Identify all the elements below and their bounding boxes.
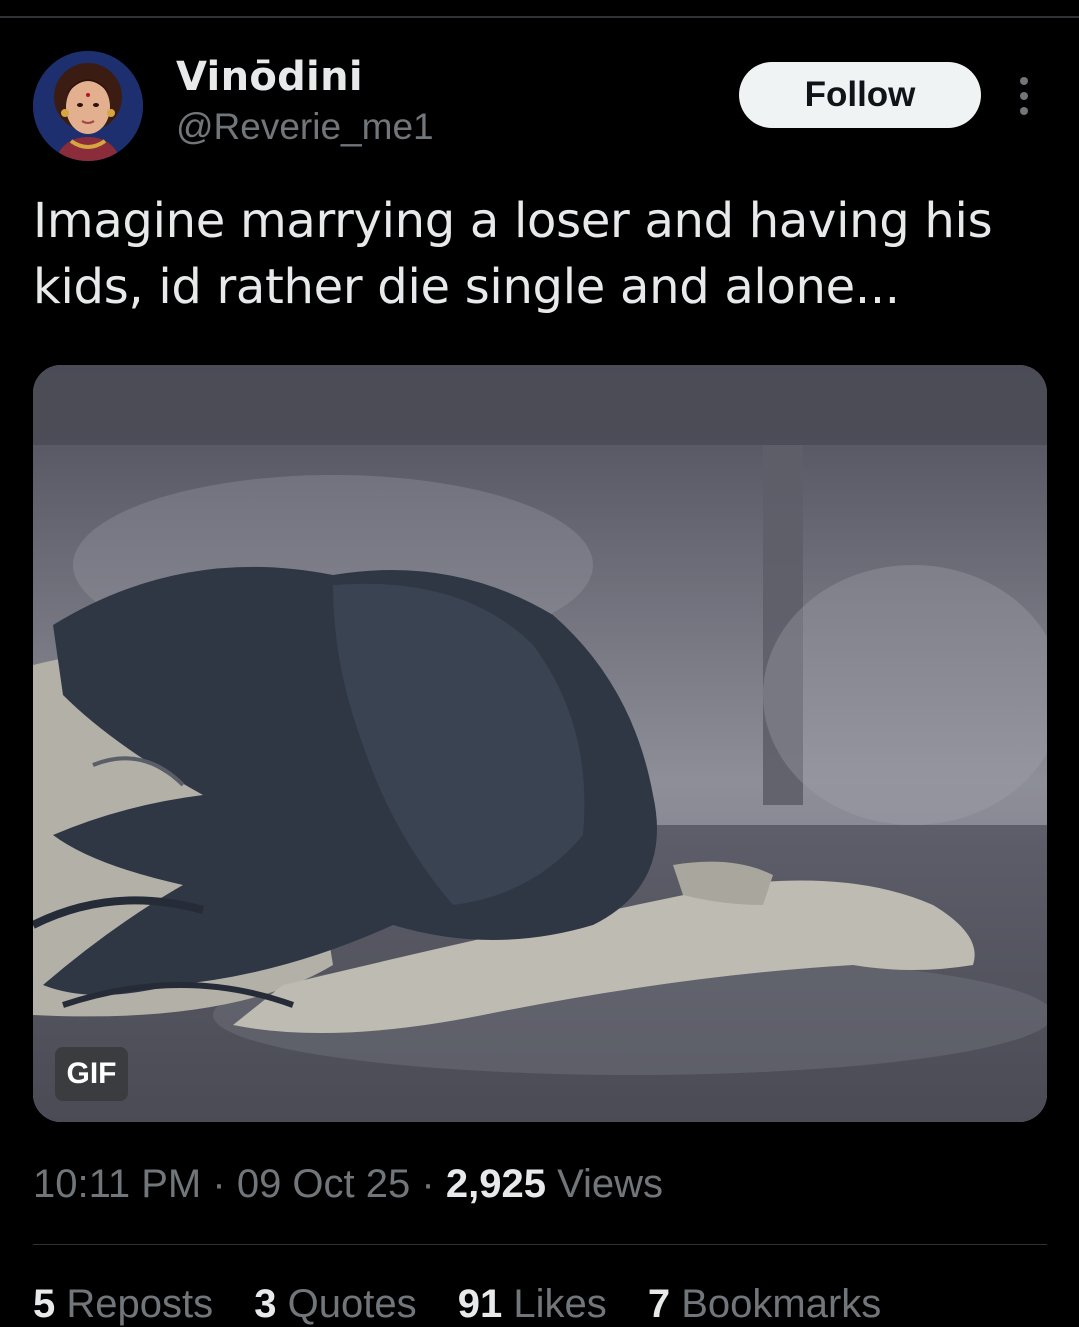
engagement-stats: 5 Reposts 3 Quotes 91 Likes 7 Bookmarks bbox=[33, 1282, 911, 1327]
tweet-media-gif[interactable] bbox=[33, 365, 1047, 1122]
tweet-meta: 10:11 PM · 09 Oct 25 · 2,925 Views bbox=[33, 1162, 663, 1207]
meta-separator: · bbox=[212, 1162, 226, 1206]
tweet-text-line: kids, id rather die single and alone... bbox=[33, 259, 900, 315]
more-dot bbox=[1020, 92, 1028, 100]
author-display-name[interactable]: Vinōdini bbox=[176, 54, 363, 100]
more-vertical-icon[interactable] bbox=[1006, 72, 1042, 120]
quotes-count: 3 bbox=[254, 1282, 277, 1326]
tweet-text: Imagine marrying a loser and having his … bbox=[33, 188, 1043, 320]
gif-frame-image bbox=[33, 365, 1047, 1122]
meta-separator: · bbox=[421, 1162, 435, 1206]
more-dot bbox=[1020, 107, 1028, 115]
bookmarks-count: 7 bbox=[647, 1282, 671, 1326]
views-count: 2,925 bbox=[445, 1162, 546, 1206]
reposts-stat[interactable]: 5 Reposts bbox=[33, 1282, 213, 1326]
meta-divider bbox=[33, 1244, 1047, 1245]
tweet-time[interactable]: 10:11 PM bbox=[33, 1162, 201, 1206]
top-divider bbox=[0, 16, 1079, 18]
quotes-stat[interactable]: 3 Quotes bbox=[254, 1282, 416, 1326]
profile-portrait-icon bbox=[33, 51, 143, 161]
bookmarks-label: Bookmarks bbox=[681, 1282, 882, 1326]
tweet-date[interactable]: 09 Oct 25 bbox=[237, 1162, 410, 1206]
tweet-text-line: Imagine marrying a loser and having his bbox=[33, 193, 993, 249]
author-avatar[interactable] bbox=[33, 51, 143, 161]
views-label: Views bbox=[557, 1162, 664, 1206]
quotes-label: Quotes bbox=[287, 1282, 417, 1326]
more-dot bbox=[1020, 77, 1028, 85]
reposts-label: Reposts bbox=[66, 1282, 214, 1326]
likes-count: 91 bbox=[457, 1282, 503, 1326]
author-handle[interactable]: @Reverie_me1 bbox=[176, 106, 434, 148]
likes-label: Likes bbox=[513, 1282, 607, 1326]
bookmarks-stat[interactable]: 7 Bookmarks bbox=[648, 1282, 881, 1326]
follow-button[interactable]: Follow bbox=[739, 62, 981, 128]
gif-badge: GIF bbox=[55, 1047, 128, 1101]
reposts-count: 5 bbox=[33, 1282, 56, 1326]
likes-stat[interactable]: 91 Likes bbox=[458, 1282, 607, 1326]
